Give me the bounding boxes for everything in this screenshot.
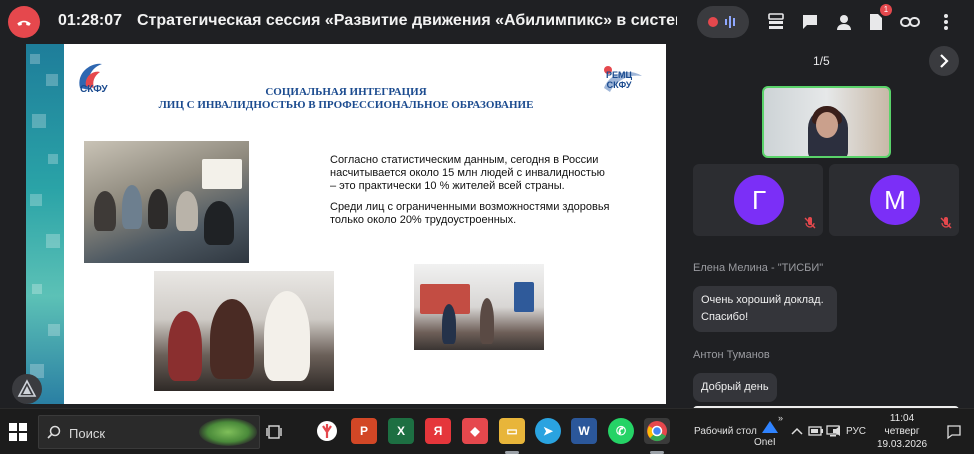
chat-button[interactable] [798,10,822,34]
participants-button[interactable] [832,10,856,34]
search-icon [47,425,61,439]
chat-icon [803,15,817,29]
organization-logo[interactable] [12,374,42,404]
taskbar-search-box[interactable]: Поиск [38,415,260,449]
exhibition-photo [414,264,544,350]
audio-wave-icon [725,16,735,28]
overflow-chevron-icon[interactable]: » [778,413,783,423]
slide-paragraph-1: Согласно статистическим данным, сегодня … [330,154,605,192]
search-placeholder: Поиск [69,426,106,441]
input-language[interactable]: РУС [846,426,866,437]
slide-paragraph-2: Среди лиц с ограниченными возможностями … [330,201,610,226]
slide-body-text: Согласно статистическим данным, сегодня … [330,154,610,235]
conference-app: 01:28:07 Стратегическая сессия «Развитие… [0,0,974,410]
wheelchair-students-photo [154,271,334,391]
search-highlight-image [199,418,257,446]
yandex-icon[interactable]: Я [425,418,451,444]
telegram-icon[interactable]: ➤ [535,418,561,444]
participant-tile[interactable]: Г [693,164,823,236]
onedrive-label: OneI [754,437,776,448]
chat-author: Антон Туманов [693,349,770,361]
speaker-face [816,112,838,138]
system-clock[interactable]: 11:04 четверг 19.03.2026 [872,412,932,451]
chat-message: Добрый день [693,373,777,402]
user-icon [837,15,851,30]
files-badge: 1 [880,4,892,16]
skfu-logo-text: СКФУ [80,84,108,95]
desktop-toolbar-label[interactable]: Рабочий стол [694,426,757,437]
record-dot-icon [708,17,718,27]
chevron-up-icon[interactable] [791,426,803,436]
slide-page-counter: 1/5 [813,54,830,68]
windows-start-icon[interactable] [8,422,28,442]
pyramid-logo-icon [17,379,37,397]
phone-hangup-icon [17,20,31,26]
battery-icon[interactable] [808,425,824,437]
end-call-button[interactable] [8,6,40,38]
link-button[interactable] [898,10,922,34]
word-icon[interactable]: W [571,418,597,444]
chat-message: Очень хороший доклад. Спасибо! [693,286,837,332]
chrome-icon[interactable] [644,418,670,444]
slide-decorative-pattern [26,44,64,404]
document-icon [870,14,882,30]
onedrive-icon[interactable] [760,419,780,435]
participant-avatar: М [870,175,920,225]
anydesk-icon[interactable]: ◆ [462,418,488,444]
slide-title: СОЦИАЛЬНАЯ ИНТЕГРАЦИЯ ЛИЦ С ИНВАЛИДНОСТЬ… [158,86,534,111]
mic-off-icon [940,217,952,229]
mic-off-icon [804,217,816,229]
notification-icon[interactable] [946,424,962,440]
chevron-right-icon [940,54,949,68]
more-vertical-icon [944,14,948,30]
meeting-title: Стратегическая сессия «Развитие движения… [137,12,677,29]
volume-icon[interactable] [832,425,844,437]
recording-indicator[interactable] [697,6,749,38]
presentation-slide: СКФУ РЕМЦ СКФУ СОЦИАЛЬНАЯ ИНТЕГРАЦИЯ ЛИЦ … [26,44,666,404]
speaker-video[interactable] [762,86,891,158]
grid-layout-icon [768,13,784,29]
participant-avatar: Г [734,175,784,225]
file-explorer-icon[interactable]: ▭ [499,418,525,444]
call-timer: 01:28:07 [58,12,123,29]
chat-author: Елена Мелина - "ТИСБИ" [693,262,824,274]
excel-icon[interactable]: X [388,418,414,444]
remc-logo-text: РЕМЦ СКФУ [606,70,633,90]
layout-button[interactable] [764,10,788,34]
task-view-icon[interactable] [266,424,282,440]
classroom-photo [84,141,249,263]
top-bar: 01:28:07 Стратегическая сессия «Развитие… [0,0,974,44]
yandex-browser-icon[interactable] [314,418,340,444]
next-slide-button[interactable] [929,46,959,76]
participant-tile[interactable]: М [829,164,959,236]
link-icon [900,17,920,27]
windows-taskbar: Поиск P X Я ◆ ▭ ➤ W ✆ Рабочий стол » One… [0,408,974,454]
whatsapp-icon[interactable]: ✆ [608,418,634,444]
powerpoint-icon[interactable]: P [351,418,377,444]
more-button[interactable] [934,10,958,34]
